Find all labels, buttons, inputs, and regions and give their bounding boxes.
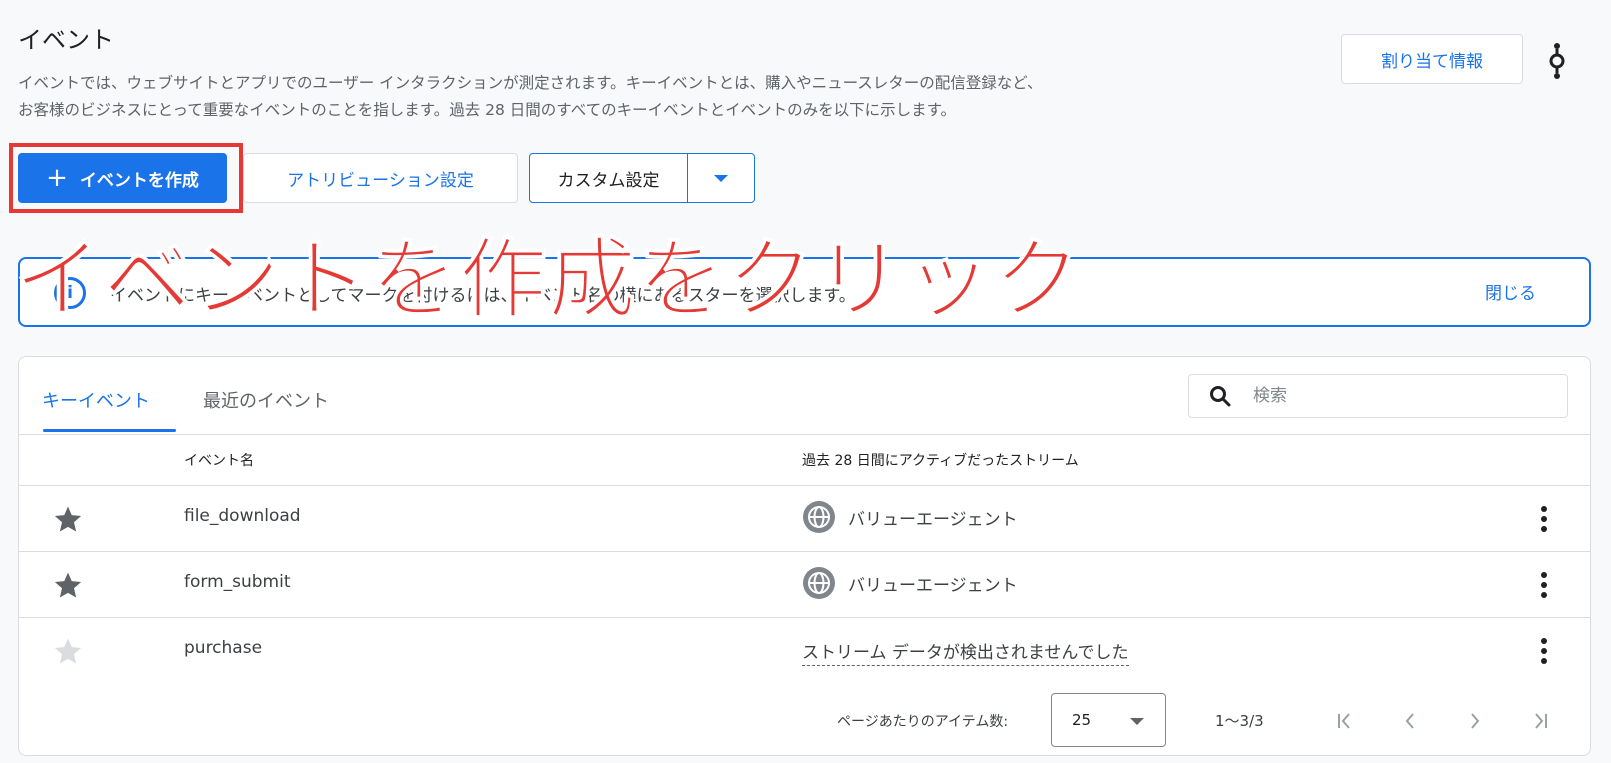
tab-key-events[interactable]: キーイベント: [42, 387, 150, 413]
more-vert-icon[interactable]: [1539, 505, 1549, 533]
events-card: キーイベント 最近のイベント イベント名 過去 28 日間にアクティブだったスト…: [18, 356, 1591, 756]
table-row: form_submit バリューエージェント: [19, 552, 1590, 618]
page-range: 1～3/3: [1215, 712, 1264, 730]
chevron-down-icon: [714, 174, 728, 182]
column-header-active-streams: 過去 28 日間にアクティブだったストリーム: [802, 453, 1079, 469]
globe-icon: [803, 501, 835, 533]
globe-icon: [803, 567, 835, 599]
search-box[interactable]: [1188, 374, 1568, 418]
banner-close-button[interactable]: 閉じる: [1485, 279, 1536, 304]
pagination: ページあたりのアイテム数: 25 1～3/3: [19, 693, 1590, 749]
overlay-instruction: イベントを作成をクリック: [13, 228, 1083, 331]
attribution-settings-button[interactable]: アトリビューション設定: [243, 153, 518, 203]
no-stream-data-text: ストリーム データが検出されませんでした: [802, 638, 1129, 666]
table-row: file_download バリューエージェント: [19, 486, 1590, 552]
more-vert-icon[interactable]: [1539, 571, 1549, 599]
stream-cell: バリューエージェント: [802, 566, 1018, 600]
stream-cell: バリューエージェント: [802, 500, 1018, 534]
page-description: イベントでは、ウェブサイトとアプリでのユーザー インタラクションが測定されます。…: [18, 70, 1338, 124]
help-connection-icon[interactable]: [1544, 42, 1570, 80]
stream-name: バリューエージェント: [848, 509, 1018, 530]
next-page-icon[interactable]: [1464, 710, 1486, 732]
event-name[interactable]: file_download: [184, 506, 301, 526]
per-page-select[interactable]: 25: [1051, 693, 1166, 747]
search-input[interactable]: [1253, 386, 1553, 406]
custom-settings-button[interactable]: カスタム設定: [529, 153, 755, 203]
per-page-value: 25: [1072, 711, 1092, 729]
event-name[interactable]: form_submit: [184, 572, 291, 592]
custom-settings-dropdown[interactable]: [688, 154, 754, 202]
chevron-down-icon: [1130, 718, 1144, 725]
previous-page-icon[interactable]: [1399, 710, 1421, 732]
more-vert-icon[interactable]: [1539, 637, 1549, 665]
search-icon: [1210, 386, 1231, 407]
event-name[interactable]: purchase: [184, 638, 262, 658]
table-row: purchase ストリーム データが検出されませんでした: [19, 618, 1590, 684]
divider: [19, 434, 1590, 435]
attribution-info-button[interactable]: 割り当て情報: [1341, 34, 1523, 84]
column-header-event-name: イベント名: [184, 453, 254, 469]
star-outline-icon[interactable]: [53, 636, 83, 666]
stream-name: バリューエージェント: [848, 575, 1018, 596]
tab-recent-events[interactable]: 最近のイベント: [203, 387, 329, 413]
custom-settings-label[interactable]: カスタム設定: [530, 154, 688, 202]
highlight-box: [9, 143, 243, 213]
per-page-label: ページあたりのアイテム数:: [837, 714, 1009, 730]
star-icon[interactable]: [53, 570, 83, 600]
star-icon[interactable]: [53, 504, 83, 534]
last-page-icon[interactable]: [1529, 710, 1551, 732]
description-line: イベントでは、ウェブサイトとアプリでのユーザー インタラクションが測定されます。…: [18, 74, 1043, 92]
description-line: お客様のビジネスにとって重要なイベントのことを指します。過去 28 日間のすべて…: [18, 101, 957, 119]
active-tab-indicator: [43, 429, 176, 432]
page-title: イベント: [18, 26, 114, 54]
first-page-icon[interactable]: [1334, 710, 1356, 732]
stream-cell: ストリーム データが検出されませんでした: [802, 638, 1129, 666]
